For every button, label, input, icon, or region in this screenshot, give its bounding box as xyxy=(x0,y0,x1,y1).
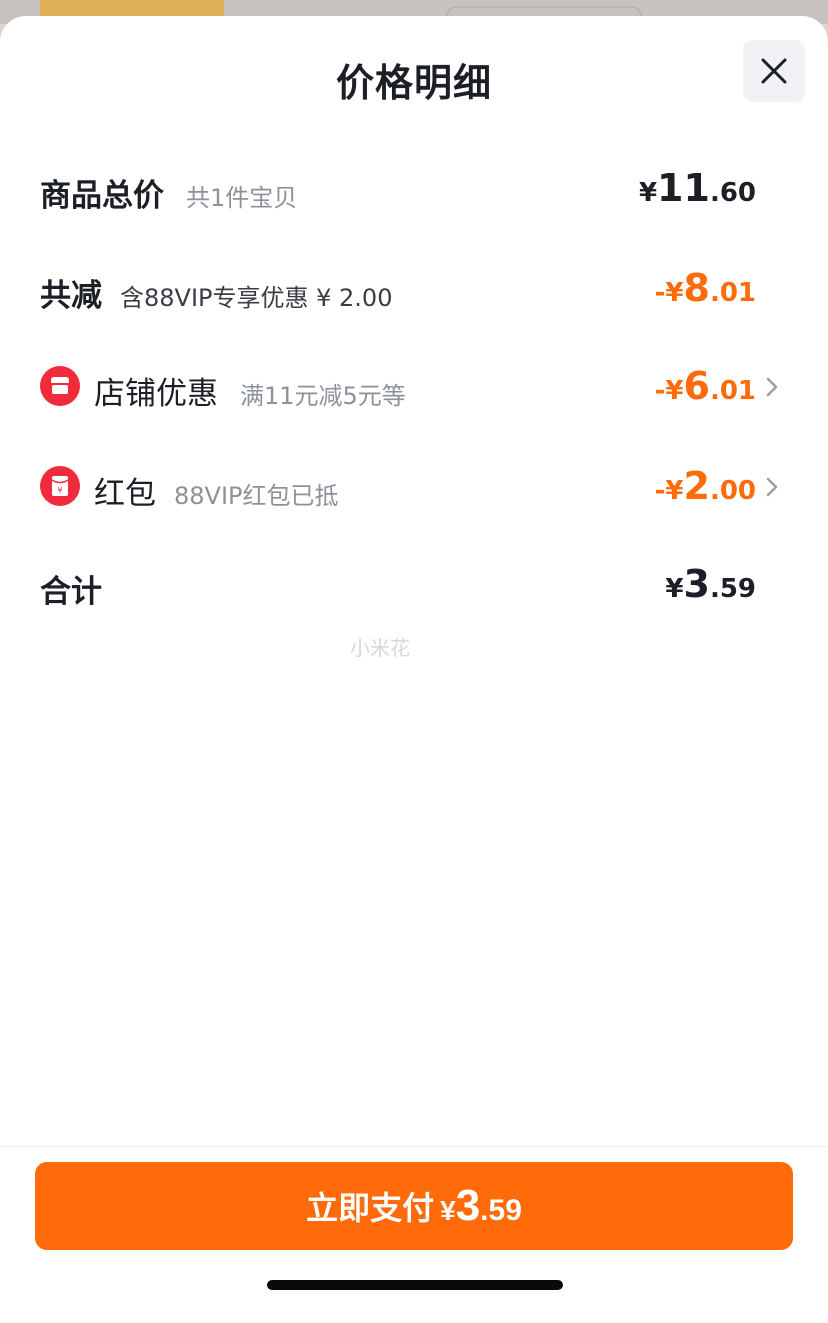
footer-divider xyxy=(0,1146,828,1147)
home-indicator[interactable] xyxy=(267,1280,563,1290)
total-reduction-note: 含88VIP专享优惠 ¥ 2.00 xyxy=(120,284,393,312)
total-goods-row: 商品总价 共1件宝贝 ¥11.60 xyxy=(0,160,828,220)
store-discount-row[interactable]: 店铺优惠 满11元减5元等 -¥6.01 xyxy=(0,358,828,418)
subtotal-row: 合计 ¥3.59 xyxy=(0,556,828,616)
total-goods-label: 商品总价 xyxy=(40,178,164,214)
price-detail-sheet: 价格明细 商品总价 共1件宝贝 ¥11.60 共减 含88VIP专享优惠 ¥ 2… xyxy=(0,16,828,1323)
red-packet-note: 88VIP红包已抵 xyxy=(174,482,339,510)
chevron-right-icon xyxy=(766,477,778,497)
close-button[interactable] xyxy=(743,40,805,102)
pay-now-amount: ¥3.59 xyxy=(440,1181,522,1230)
store-discount-amount: -¥6.01 xyxy=(654,364,756,408)
store-discount-label: 店铺优惠 xyxy=(94,376,218,412)
total-goods-amount: ¥11.60 xyxy=(638,166,756,210)
watermark-text: 小米花 xyxy=(350,636,410,660)
close-icon xyxy=(761,58,787,84)
total-reduction-row: 共减 含88VIP专享优惠 ¥ 2.00 -¥8.01 xyxy=(0,260,828,320)
pay-now-button[interactable]: 立即支付 ¥3.59 xyxy=(35,1162,793,1250)
subtotal-amount: ¥3.59 xyxy=(665,562,756,606)
svg-text:¥: ¥ xyxy=(57,486,62,495)
red-packet-amount: -¥2.00 xyxy=(654,464,756,508)
red-packet-icon: ¥ xyxy=(40,466,80,506)
subtotal-label: 合计 xyxy=(40,574,102,610)
red-packet-row[interactable]: ¥ 红包 88VIP红包已抵 -¥2.00 xyxy=(0,458,828,518)
red-packet-label: 红包 xyxy=(94,476,156,512)
store-discount-note: 满11元减5元等 xyxy=(240,382,406,410)
store-icon xyxy=(40,366,80,406)
total-reduction-label: 共减 xyxy=(40,278,102,314)
pay-now-label: 立即支付 xyxy=(306,1190,435,1226)
sheet-title: 价格明细 xyxy=(335,61,492,105)
chevron-right-icon xyxy=(766,377,778,397)
total-reduction-amount: -¥8.01 xyxy=(654,266,756,310)
total-goods-note: 共1件宝贝 xyxy=(186,184,298,212)
